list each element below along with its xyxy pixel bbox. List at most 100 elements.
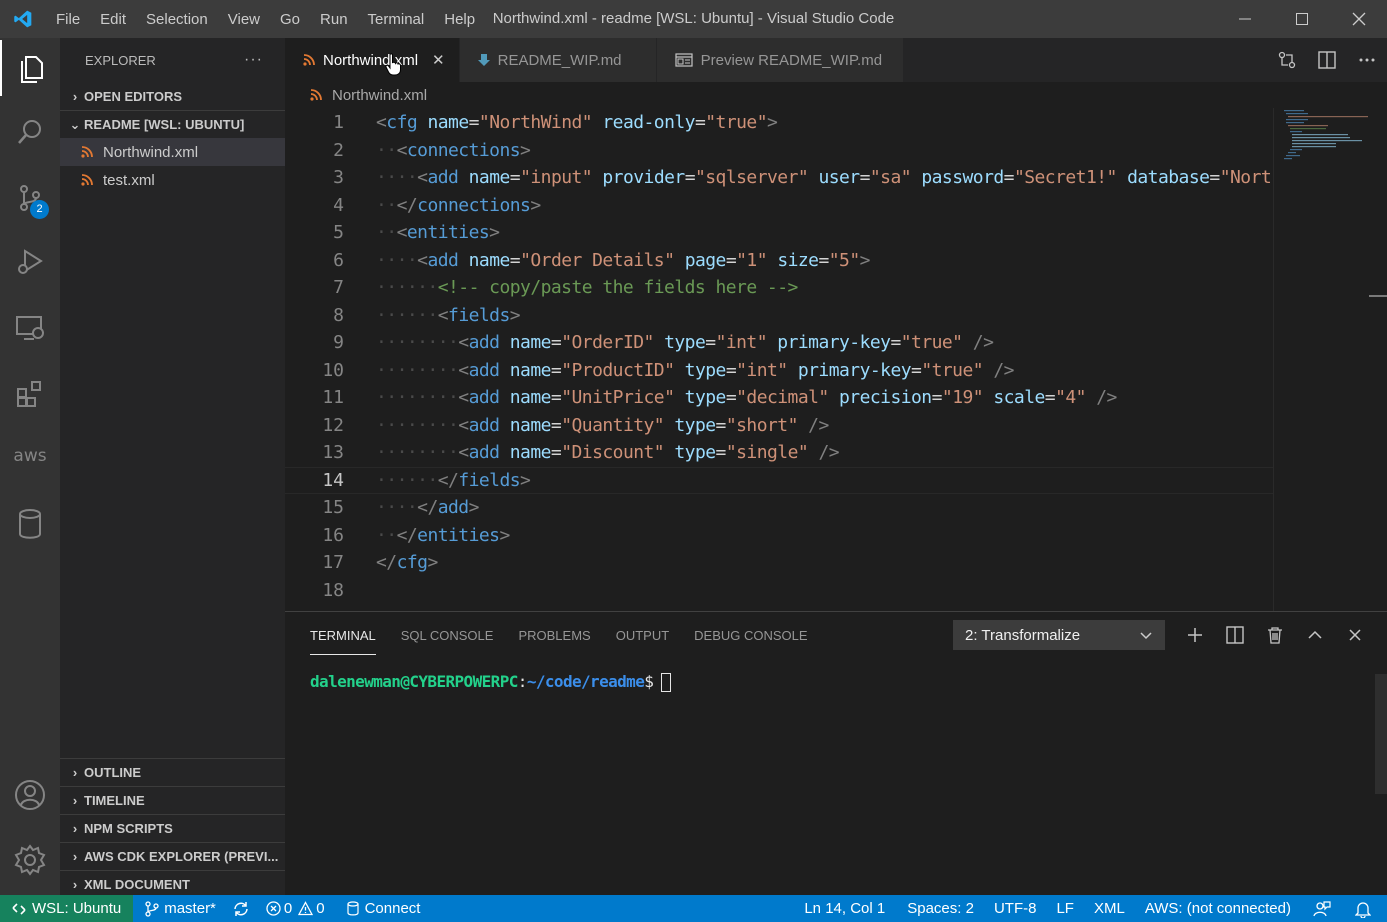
tab-terminal[interactable]: TERMINAL [310, 616, 376, 655]
remote-indicator[interactable]: WSL: Ubuntu [0, 895, 134, 922]
rss-file-icon [81, 146, 103, 158]
folder-section[interactable]: ⌄ README [WSL: UBUNTU] [60, 110, 285, 138]
aws-status[interactable]: AWS: (not connected) [1137, 895, 1299, 922]
file-item-northwind[interactable]: Northwind.xml [60, 138, 285, 166]
branch-indicator[interactable]: master* [137, 895, 224, 922]
cursor-position[interactable]: Ln 14, Col 1 [796, 895, 893, 922]
rss-file-icon [303, 54, 315, 66]
git-branch-icon [145, 900, 159, 917]
notifications-bell-icon[interactable] [1347, 895, 1379, 922]
xml-document-section[interactable]: › XML DOCUMENT [60, 870, 285, 898]
menu-help[interactable]: Help [434, 11, 485, 28]
chevron-right-icon: › [72, 793, 78, 808]
breadcrumb-file[interactable]: Northwind.xml [332, 87, 427, 104]
mouse-pointer-icon [385, 53, 401, 80]
menu-file[interactable]: File [46, 11, 90, 28]
line-number: 12 [322, 414, 344, 436]
tab-problems[interactable]: PROBLEMS [518, 612, 590, 658]
indentation[interactable]: Spaces: 2 [899, 895, 982, 922]
split-editor-icon[interactable] [1307, 38, 1347, 82]
line-ending[interactable]: LF [1048, 895, 1082, 922]
tab-northwind[interactable]: Northwind.xml ✕ [285, 38, 460, 82]
code-line: 13 ········<add name="Discount" type="sin… [285, 439, 1273, 467]
source-control-icon[interactable]: 2 [0, 170, 60, 226]
maximize-button[interactable] [1273, 0, 1330, 38]
menu-selection[interactable]: Selection [136, 11, 218, 28]
rss-file-icon [81, 174, 103, 186]
line-number: 11 [322, 387, 344, 409]
minimap[interactable] [1273, 108, 1387, 611]
tab-debug-console[interactable]: DEBUG CONSOLE [694, 612, 807, 658]
close-tab-icon[interactable]: ✕ [432, 51, 445, 69]
trash-icon[interactable] [1255, 620, 1295, 650]
code-line: 7 ······<!-- copy/paste the fields here -… [285, 274, 1273, 302]
panel-tabs: TERMINAL SQL CONSOLE PROBLEMS OUTPUT DEB… [310, 612, 833, 658]
close-window-button[interactable] [1330, 0, 1387, 38]
code-text: ······</fields> [376, 469, 531, 491]
line-number: 4 [333, 194, 344, 216]
code-text: ··<connections> [376, 139, 531, 161]
scrollbar-marker[interactable] [1369, 295, 1387, 297]
extensions-icon[interactable] [0, 366, 60, 422]
aws-icon[interactable]: aws [0, 428, 60, 484]
encoding[interactable]: UTF-8 [986, 895, 1045, 922]
remote-explorer-icon[interactable] [0, 300, 60, 356]
run-debug-icon[interactable] [0, 234, 60, 290]
code-line: 1 <cfg name="NorthWind" read-only="true"> [285, 109, 1273, 137]
open-editors-section[interactable]: › OPEN EDITORS [60, 82, 285, 110]
folder-label: README [WSL: UBUNTU] [84, 117, 245, 132]
file-item-test[interactable]: test.xml [60, 166, 285, 194]
timeline-section[interactable]: › TIMELINE [60, 786, 285, 814]
outline-section[interactable]: › OUTLINE [60, 758, 285, 786]
more-actions-button[interactable]: ··· [244, 51, 263, 69]
tab-preview-readme[interactable]: Preview README_WIP.md [656, 38, 904, 82]
explorer-sidebar: EXPLORER ··· › OPEN EDITORS ⌄ README [WSL:… [60, 38, 285, 895]
terminal-select[interactable]: 2: Transformalize [953, 620, 1165, 650]
compare-changes-icon[interactable] [1267, 38, 1307, 82]
tab-label: Northwind.xml [323, 51, 419, 69]
feedback-icon[interactable] [1305, 895, 1339, 922]
breadcrumb[interactable]: Northwind.xml [285, 82, 1387, 108]
search-icon[interactable] [0, 104, 60, 160]
chevron-up-icon[interactable] [1295, 620, 1335, 650]
settings-gear-icon[interactable] [0, 832, 60, 888]
new-terminal-icon[interactable] [1175, 620, 1215, 650]
line-number: 18 [322, 579, 344, 601]
menu-terminal[interactable]: Terminal [358, 11, 435, 28]
activity-bar: 2 aws [0, 38, 60, 895]
menu-go[interactable]: Go [270, 11, 310, 28]
line-number: 9 [333, 332, 344, 354]
close-panel-icon[interactable] [1335, 620, 1375, 650]
tab-readme-wip[interactable]: README_WIP.md [459, 38, 657, 82]
tab-label: README_WIP.md [497, 51, 622, 69]
connect-indicator[interactable]: Connect [339, 895, 429, 922]
npm-scripts-section[interactable]: › NPM SCRIPTS [60, 814, 285, 842]
connect-label: Connect [364, 900, 421, 917]
minimize-button[interactable] [1216, 0, 1273, 38]
code-text: ········<add name="Discount" type="singl… [376, 442, 840, 464]
menu-view[interactable]: View [218, 11, 270, 28]
terminal-scrollbar[interactable] [1375, 674, 1387, 794]
terminal-prompt[interactable]: dalenewman@CYBERPOWERPC:~/code/readme$ [310, 672, 672, 692]
line-number: 6 [333, 249, 344, 271]
account-icon[interactable] [0, 767, 60, 823]
code-line: 5 ··<entities> [285, 219, 1273, 247]
line-number: 13 [322, 442, 344, 464]
explorer-icon[interactable] [0, 40, 60, 96]
vscode-logo-icon[interactable] [0, 0, 46, 38]
outline-label: OUTLINE [84, 765, 142, 780]
menu-run[interactable]: Run [310, 11, 358, 28]
sync-icon[interactable] [224, 895, 258, 922]
code-editor[interactable]: 1 <cfg name="NorthWind" read-only="true">… [285, 108, 1273, 611]
tab-output[interactable]: OUTPUT [616, 612, 669, 658]
menu-edit[interactable]: Edit [90, 11, 136, 28]
more-actions-icon[interactable] [1347, 38, 1387, 82]
code-line: 9 ········<add name="OrderID" type="int" … [285, 329, 1273, 357]
split-terminal-icon[interactable] [1215, 620, 1255, 650]
database-icon[interactable] [0, 496, 60, 552]
language-mode[interactable]: XML [1086, 895, 1133, 922]
tab-sql-console[interactable]: SQL CONSOLE [401, 612, 494, 658]
aws-cdk-section[interactable]: › AWS CDK EXPLORER (PREVI... [60, 842, 285, 870]
preview-icon [675, 53, 693, 67]
problems-indicator[interactable]: 0 0 [258, 895, 333, 922]
